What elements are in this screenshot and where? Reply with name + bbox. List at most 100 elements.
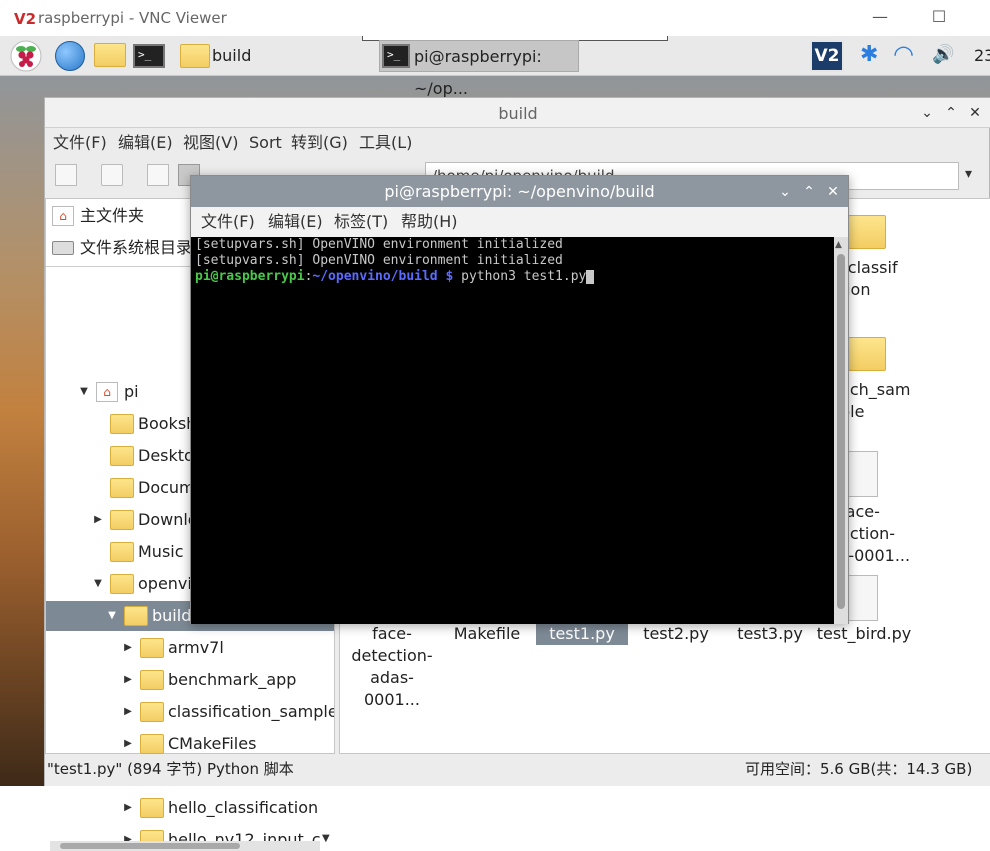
terminal-menu-edit[interactable]: 编辑(E) bbox=[268, 207, 323, 237]
fm-menu-go[interactable]: 转到(G) bbox=[291, 128, 348, 160]
vnc-server-tray-icon[interactable]: V2 bbox=[810, 40, 844, 72]
scroll-down-icon[interactable]: ▼ bbox=[322, 833, 330, 844]
volume-icon[interactable]: 🔊 bbox=[932, 44, 954, 65]
tree-item[interactable]: ▶ armv7l bbox=[46, 637, 334, 659]
terminal-menu-file[interactable]: 文件(F) bbox=[201, 207, 255, 237]
prompt-path: ~/openvino/build $ bbox=[312, 269, 454, 284]
terminal-line: [setupvars.sh] OpenVINO environment init… bbox=[195, 253, 563, 268]
sidebar-horizontal-scrollbar[interactable] bbox=[50, 841, 320, 851]
task-button-terminal[interactable]: >_ pi@raspberrypi: ~/op... bbox=[379, 40, 579, 98]
new-folder-icon[interactable] bbox=[101, 164, 123, 186]
fm-maximize-button[interactable]: ⌃ bbox=[941, 103, 961, 123]
file-label-line: detection- bbox=[351, 646, 433, 665]
folder-icon bbox=[110, 478, 134, 498]
fm-close-button[interactable]: ✕ bbox=[965, 103, 985, 123]
raspberry-menu-icon[interactable] bbox=[10, 40, 42, 72]
file-item-selected[interactable]: test1.py bbox=[536, 623, 628, 645]
terminal-close-button[interactable]: ✕ bbox=[823, 182, 843, 202]
file-manager-title-bar: build ⌄ ⌃ ✕ bbox=[45, 98, 990, 128]
fm-menu-view[interactable]: 视图(V) bbox=[183, 128, 238, 160]
file-manager-launcher-icon[interactable] bbox=[94, 43, 126, 67]
terminal-minimize-button[interactable]: ⌄ bbox=[775, 182, 795, 202]
folder-icon bbox=[110, 446, 134, 466]
new-window-icon[interactable] bbox=[55, 164, 77, 186]
task-button-build[interactable]: build bbox=[176, 40, 366, 72]
file-label[interactable]: face-ection-s-0001... bbox=[840, 501, 920, 567]
tree-item[interactable]: ▶ CMakeFiles bbox=[46, 733, 334, 755]
tree-item-label: hello_classification bbox=[168, 798, 319, 817]
chevron-icon[interactable]: ▶ bbox=[122, 637, 134, 659]
folder-icon[interactable] bbox=[848, 215, 886, 249]
folder-icon[interactable] bbox=[848, 337, 886, 371]
tree-item[interactable]: ▶ classification_sample_async bbox=[46, 701, 334, 723]
file-label-line: s-0001... bbox=[840, 546, 911, 565]
minimize-button[interactable]: — bbox=[866, 6, 894, 28]
tree-item-label: CMakeFiles bbox=[168, 734, 257, 753]
clock: 23 bbox=[974, 46, 990, 65]
tree-item-label: Music bbox=[138, 542, 184, 561]
chevron-icon[interactable]: ▼ bbox=[106, 601, 118, 631]
terminal-icon: >_ bbox=[382, 44, 410, 68]
place-label: 主文件夹 bbox=[80, 206, 145, 225]
scroll-up-icon[interactable]: ▲ bbox=[835, 240, 842, 250]
status-free-space: 可用空间：5.6 GB(共：14.3 GB) bbox=[745, 760, 973, 778]
folder-icon bbox=[140, 702, 164, 722]
wifi-icon[interactable]: ◠ bbox=[893, 40, 914, 68]
scrollbar-thumb[interactable] bbox=[837, 254, 845, 609]
chevron-icon[interactable]: ▼ bbox=[92, 573, 104, 595]
prompt-user: pi@raspberrypi bbox=[195, 269, 305, 284]
file-manager-title: build bbox=[498, 104, 538, 123]
chevron-icon[interactable]: ▶ bbox=[122, 701, 134, 723]
file-label[interactable]: ech_sam ple bbox=[840, 379, 920, 423]
icon-view-icon[interactable] bbox=[147, 164, 169, 186]
tree-item[interactable]: ▶ benchmark_app bbox=[46, 669, 334, 691]
folder-icon bbox=[140, 670, 164, 690]
fm-menu-tools[interactable]: 工具(L) bbox=[359, 128, 412, 160]
chevron-icon[interactable]: ▶ bbox=[122, 797, 134, 819]
terminal-maximize-button[interactable]: ⌃ bbox=[799, 182, 819, 202]
file-item[interactable]: Makefile bbox=[442, 623, 532, 645]
drive-icon bbox=[52, 241, 74, 255]
fm-menu-sort[interactable]: Sort bbox=[249, 128, 282, 160]
folder-icon bbox=[124, 606, 148, 626]
fm-minimize-button[interactable]: ⌄ bbox=[917, 103, 937, 123]
file-icon[interactable] bbox=[848, 575, 878, 621]
chevron-icon[interactable]: ▼ bbox=[78, 381, 90, 403]
maximize-button[interactable]: ☐ bbox=[925, 6, 953, 28]
tree-item-label: benchmark_app bbox=[168, 670, 297, 689]
terminal-window: pi@raspberrypi: ~/openvino/build ⌄ ⌃ ✕ 文… bbox=[190, 175, 849, 624]
chevron-icon[interactable]: ▶ bbox=[92, 509, 104, 531]
file-item[interactable]: test2.py bbox=[630, 623, 722, 645]
file-item[interactable]: face-detection-adas-0001... bbox=[346, 623, 438, 711]
task-button-label: pi@raspberrypi: ~/op... bbox=[414, 47, 542, 98]
tree-item-label: classification_sample_async bbox=[168, 702, 334, 721]
file-item[interactable]: test_bird.py bbox=[814, 623, 914, 645]
home-icon: ⌂ bbox=[52, 206, 74, 226]
folder-icon bbox=[140, 798, 164, 818]
terminal-menu-tabs[interactable]: 标签(T) bbox=[334, 207, 388, 237]
browser-icon[interactable] bbox=[55, 41, 85, 71]
terminal-launcher-icon[interactable]: >_ bbox=[133, 44, 165, 68]
terminal-output[interactable]: [setupvars.sh] OpenVINO environment init… bbox=[191, 237, 834, 624]
chevron-icon[interactable]: ▶ bbox=[122, 733, 134, 755]
chevron-icon[interactable]: ▶ bbox=[122, 669, 134, 691]
fm-menu-edit[interactable]: 编辑(E) bbox=[118, 128, 173, 160]
folder-icon bbox=[110, 542, 134, 562]
tree-item[interactable]: ▶ hello_classification bbox=[46, 797, 334, 819]
folder-icon bbox=[180, 44, 210, 68]
fm-menu-file[interactable]: 文件(F) bbox=[53, 128, 107, 160]
bluetooth-icon[interactable]: ✱ bbox=[860, 42, 878, 67]
home-icon: ⌂ bbox=[96, 382, 118, 402]
folder-icon bbox=[110, 414, 134, 434]
file-item[interactable]: test3.py bbox=[724, 623, 816, 645]
text-cursor bbox=[586, 269, 595, 284]
file-label-line: face- bbox=[372, 624, 412, 643]
terminal-command: python3 test1.py bbox=[453, 269, 587, 284]
scrollbar-thumb[interactable] bbox=[60, 843, 240, 849]
folder-icon bbox=[140, 734, 164, 754]
status-bar: "test1.py" (894 字节) Python 脚本 可用空间：5.6 G… bbox=[45, 754, 990, 786]
address-dropdown-icon[interactable]: ▾ bbox=[965, 166, 972, 182]
terminal-menu-help[interactable]: 帮助(H) bbox=[401, 207, 458, 237]
file-icon[interactable] bbox=[848, 451, 878, 497]
tree-item-label: build bbox=[152, 606, 192, 625]
